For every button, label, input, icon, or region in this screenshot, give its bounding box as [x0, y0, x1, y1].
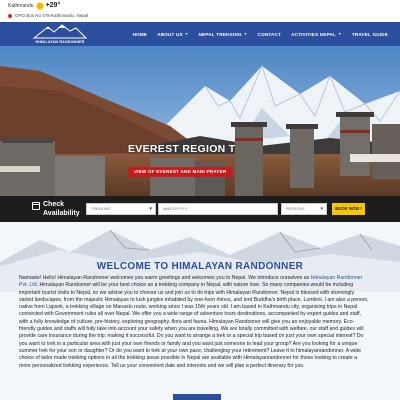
- nav-item-about-us[interactable]: ABOUT US ▼: [157, 32, 188, 37]
- nav-item-travel-guide[interactable]: TRAVEL GUIDE: [352, 32, 388, 37]
- calendar-icon: [32, 202, 40, 210]
- sun-icon: [36, 2, 43, 9]
- check-availability-line2: Availability: [43, 210, 80, 217]
- welcome-title: WELCOME TO HIMALAYAN RANDONNER: [96, 261, 304, 272]
- nav-item-label: NEPAL TREKKING: [198, 31, 242, 37]
- top-info-bar: Kathmandu +29° GPO Box No 478 Kathmandu,…: [0, 0, 400, 22]
- nav-item-nepal-trekking[interactable]: NEPAL TREKKING ▼: [199, 32, 248, 37]
- persons-select[interactable]: PERSONS: [281, 203, 327, 215]
- address-line: GPO Box No 478 Kathmandu, Nepal: [7, 12, 89, 19]
- nav-menu: HOME ABOUT US ▼ NEPAL TREKKING ▼ CONTACT A…: [133, 22, 388, 46]
- chevron-down-icon: ▼: [243, 32, 248, 36]
- nav-item-activities-nepal[interactable]: ACTIVITIES NEPAL ▼: [291, 32, 342, 37]
- nav-item-home[interactable]: HOME: [133, 32, 148, 37]
- chevron-down-icon: ▼: [184, 32, 189, 36]
- welcome-section: WELCOME TO HIMALAYAN RANDONNER Namaste! …: [0, 222, 400, 400]
- date-field[interactable]: MM/DD/YYYY: [158, 203, 278, 215]
- weather-widget: Kathmandu +29°: [8, 2, 60, 9]
- chevron-down-icon: ▼: [338, 32, 342, 36]
- check-availability-label: Check Availability: [43, 200, 80, 218]
- weather-city: Kathmandu: [8, 2, 34, 9]
- hero-banner: EVEREST REGION T VIEW OF EVEREST AND MAN…: [0, 46, 400, 196]
- read-more-button[interactable]: [173, 394, 221, 400]
- nav-item-label: ABOUT US: [157, 31, 183, 37]
- nav-item-label: TRAVEL GUIDE: [351, 31, 388, 37]
- hero-title: EVEREST REGION T: [128, 143, 236, 155]
- mountain-logo-icon: [32, 24, 88, 39]
- logo-text: HIMALAYAN RANDONNER: [35, 40, 85, 44]
- book-now-button[interactable]: BOOK NOW !: [332, 203, 365, 215]
- welcome-paragraph: Namaste! Hello! Himalayan Randonner welc…: [19, 275, 369, 370]
- trip-type-select[interactable]: TREKKING: [86, 203, 156, 215]
- nav-item-label: HOME: [132, 31, 148, 37]
- check-availability-line1: Check: [43, 201, 65, 208]
- welcome-text-end: Himalayan Randonner will be your best ch…: [19, 282, 369, 369]
- view-everest-button[interactable]: VIEW OF EVEREST AND MANI PRAYER: [128, 167, 233, 177]
- availability-bar: Check Availability TREKKING MM/DD/YYYY P…: [0, 196, 400, 222]
- welcome-text-start: Namaste! Hello! Himalayan Randonner welc…: [19, 275, 311, 281]
- nav-item-label: CONTACT: [257, 31, 282, 37]
- weather-temperature: +29°: [45, 2, 61, 9]
- nav-item-contact[interactable]: CONTACT: [258, 32, 282, 37]
- location-pin-icon: [7, 12, 13, 19]
- nav-item-label: ACTIVITIES NEPAL: [291, 31, 337, 37]
- address-text: GPO Box No 478 Kathmandu, Nepal: [15, 13, 89, 18]
- main-navigation: HIMALAYAN RANDONNER HOME ABOUT US ▼ NEPAL…: [0, 22, 400, 46]
- site-logo[interactable]: HIMALAYAN RANDONNER: [30, 23, 90, 45]
